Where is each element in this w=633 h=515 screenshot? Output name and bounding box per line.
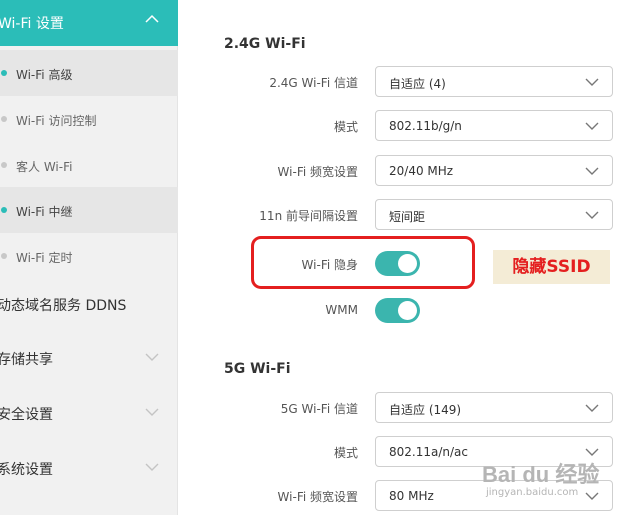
baidu-jingyan-watermark: Bai du 经验 jingyan.baidu.com bbox=[482, 455, 622, 507]
sidebar-header-label: Wi-Fi 设置 bbox=[0, 16, 64, 32]
chevron-down-icon bbox=[585, 211, 599, 219]
sidebar-item-label: 安全设置 bbox=[0, 407, 53, 423]
annotation-label: 隐藏SSID bbox=[493, 250, 610, 284]
hide-ssid-toggle[interactable] bbox=[375, 251, 420, 276]
channel-24g-label: 2.4G Wi-Fi 信道 bbox=[269, 76, 358, 90]
bandwidth-24g-select[interactable]: 20/40 MHz bbox=[375, 155, 613, 186]
select-value: 短间距 bbox=[389, 210, 426, 224]
chevron-down-icon bbox=[145, 463, 159, 471]
sidebar-item-label: Wi-Fi 中继 bbox=[16, 205, 73, 219]
wmm-label: WMM bbox=[325, 303, 358, 317]
bullet-dot bbox=[1, 70, 7, 76]
select-value: 802.11a/n/ac bbox=[389, 445, 468, 459]
watermark-logo: Bai du 经验 bbox=[482, 462, 600, 487]
sidebar-item-label: Wi-Fi 访问控制 bbox=[16, 114, 97, 128]
bullet-dot bbox=[1, 207, 7, 213]
chevron-down-icon bbox=[585, 404, 599, 412]
mode-24g-select[interactable]: 802.11b/g/n bbox=[375, 110, 613, 141]
bullet-dot bbox=[1, 116, 7, 122]
chevron-down-icon bbox=[145, 353, 159, 361]
hide-ssid-label: Wi-Fi 隐身 bbox=[301, 258, 358, 272]
sidebar-item-wifi-schedule[interactable]: Wi-Fi 定时 bbox=[0, 233, 178, 279]
chevron-down-icon bbox=[585, 167, 599, 175]
sidebar: Wi-Fi 设置 Wi-Fi 高级 Wi-Fi 访问控制 客人 Wi-Fi Wi… bbox=[0, 0, 178, 515]
mode-24g-label: 模式 bbox=[333, 120, 358, 134]
watermark-url: jingyan.baidu.com bbox=[486, 487, 579, 498]
sidebar-item-label: 系统设置 bbox=[0, 462, 53, 478]
guard-interval-select[interactable]: 短间距 bbox=[375, 199, 613, 230]
sidebar-item-wifi-access-control[interactable]: Wi-Fi 访问控制 bbox=[0, 96, 178, 142]
chevron-up-icon bbox=[145, 14, 159, 23]
sidebar-item-label: 动态域名服务 DDNS bbox=[0, 298, 127, 314]
sidebar-item-label: 客人 Wi-Fi bbox=[16, 160, 73, 174]
mode-5g-label: 模式 bbox=[333, 446, 358, 460]
chevron-down-icon bbox=[585, 122, 599, 130]
select-value: 20/40 MHz bbox=[389, 164, 454, 178]
sidebar-item-guest-wifi[interactable]: 客人 Wi-Fi bbox=[0, 142, 178, 188]
section-title-24g: 2.4G Wi-Fi bbox=[224, 36, 306, 52]
sidebar-item-system[interactable]: 系统设置 bbox=[0, 441, 178, 495]
section-title-5g: 5G Wi-Fi bbox=[224, 361, 291, 377]
toggle-knob bbox=[398, 301, 417, 320]
wmm-toggle[interactable] bbox=[375, 298, 420, 323]
sidebar-item-security[interactable]: 安全设置 bbox=[0, 386, 178, 440]
sidebar-item-storage-share[interactable]: 存储共享 bbox=[0, 331, 178, 385]
bandwidth-5g-label: Wi-Fi 频宽设置 bbox=[277, 490, 358, 504]
sidebar-item-label: Wi-Fi 定时 bbox=[16, 251, 73, 265]
channel-24g-select[interactable]: 自适应 (4) bbox=[375, 66, 613, 97]
select-value: 802.11b/g/n bbox=[389, 119, 462, 133]
chevron-down-icon bbox=[585, 78, 599, 86]
channel-5g-select[interactable]: 自适应 (149) bbox=[375, 392, 613, 423]
bullet-dot bbox=[1, 162, 7, 168]
channel-5g-label: 5G Wi-Fi 信道 bbox=[280, 402, 358, 416]
select-value: 自适应 (4) bbox=[389, 77, 446, 91]
select-value: 80 MHz bbox=[389, 489, 434, 503]
bandwidth-24g-label: Wi-Fi 频宽设置 bbox=[277, 165, 358, 179]
sidebar-item-label: Wi-Fi 高级 bbox=[16, 68, 73, 82]
sidebar-item-label: 存储共享 bbox=[0, 352, 53, 368]
guard-interval-label: 11n 前导间隔设置 bbox=[259, 209, 358, 223]
select-value: 自适应 (149) bbox=[389, 403, 462, 417]
sidebar-item-ddns[interactable]: 动态域名服务 DDNS bbox=[0, 277, 178, 331]
bullet-dot bbox=[1, 253, 7, 259]
toggle-knob bbox=[398, 254, 417, 273]
sidebar-item-wifi-advanced[interactable]: Wi-Fi 高级 bbox=[0, 50, 178, 96]
sidebar-item-wifi-settings[interactable]: Wi-Fi 设置 bbox=[0, 0, 178, 46]
sidebar-item-wifi-relay[interactable]: Wi-Fi 中继 bbox=[0, 187, 178, 233]
